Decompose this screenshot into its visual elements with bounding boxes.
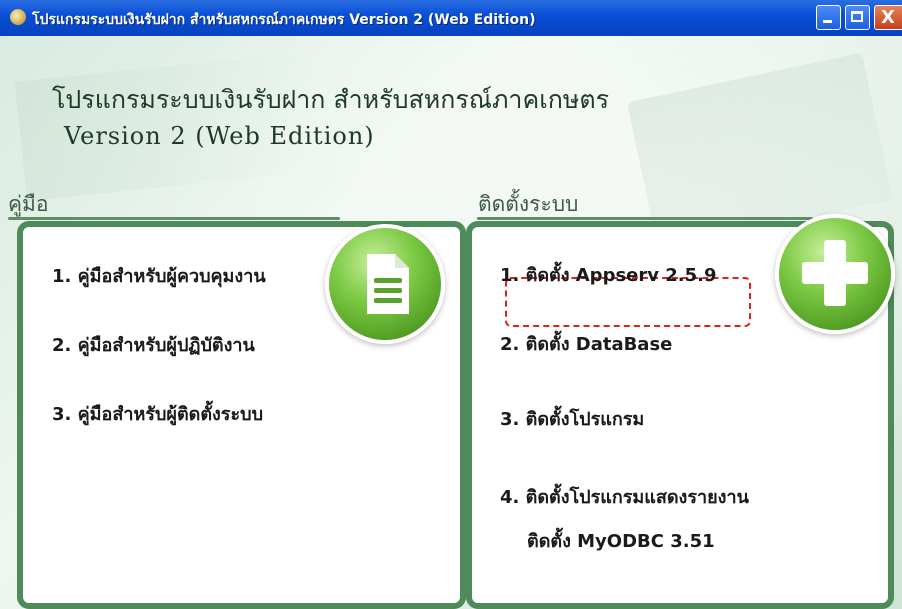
page-title: โปรแกรมระบบเงินรับฝาก สำหรับสหกรณ์ภาคเกษ… — [52, 85, 610, 114]
window-title: โปรแกรมระบบเงินรับฝาก สำหรับสหกรณ์ภาคเกษ… — [32, 12, 536, 28]
plus-icon[interactable] — [775, 214, 895, 334]
minimize-button[interactable] — [816, 5, 841, 30]
page-subtitle: Version 2 (Web Edition) — [64, 122, 375, 150]
document-icon[interactable] — [325, 224, 445, 344]
install-appserv-link[interactable]: 1. ติดตั้ง Appserv 2.5.9 — [500, 260, 717, 289]
manual-installer-link[interactable]: 3. คู่มือสำหรับผู้ติดตั้งระบบ — [52, 399, 263, 428]
maximize-icon — [851, 11, 863, 22]
install-myodbc-link[interactable]: ติดตั้ง MyODBC 3.51 — [527, 526, 715, 555]
manual-heading-underline — [8, 217, 340, 220]
install-program-link[interactable]: 3. ติดตั้งโปรแกรม — [500, 404, 644, 433]
manual-supervisor-link[interactable]: 1. คู่มือสำหรับผู้ควบคุมงาน — [52, 261, 266, 290]
app-icon — [10, 9, 26, 25]
maximize-button[interactable] — [845, 5, 870, 30]
manual-operator-link[interactable]: 2. คู่มือสำหรับผู้ปฏิบัติงาน — [52, 330, 255, 359]
install-heading-underline — [477, 217, 813, 220]
close-button[interactable]: X — [874, 5, 902, 30]
title-bar[interactable]: โปรแกรมระบบเงินรับฝาก สำหรับสหกรณ์ภาคเกษ… — [0, 0, 902, 36]
install-database-link[interactable]: 2. ติดตั้ง DataBase — [500, 329, 672, 358]
install-report-program-link[interactable]: 4. ติดตั้งโปรแกรมแสดงรายงาน — [500, 482, 749, 511]
main-window-content: โปรแกรมระบบเงินรับฝาก สำหรับสหกรณ์ภาคเกษ… — [0, 36, 902, 609]
minimize-icon — [823, 20, 832, 23]
close-icon: X — [881, 7, 895, 28]
